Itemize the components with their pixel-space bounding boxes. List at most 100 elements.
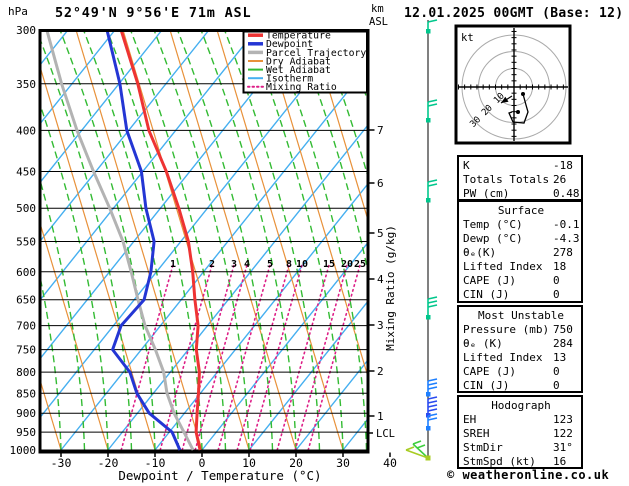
wind-barbs [405,19,438,461]
mixing-ratio-line [217,264,271,451]
km-tick-label: 5 [377,227,384,240]
pressure-tick-label: 800 [16,366,36,379]
copyright-text: © weatheronline.co.uk [447,468,610,482]
stat-row: PW (cm) 0.48 [463,187,580,201]
stat-row: Totals Totals 26 [463,173,579,187]
stat-row: Dewp (°C) -4.3 [463,232,580,246]
km-tick-label: 3 [377,319,384,332]
stats-box: K -18 Totals Totals 26 PW (cm) 0.48 [457,155,583,201]
pressure-tick-label: 950 [16,426,36,439]
isotherm-line [41,30,257,300]
stat-row: CIN (J) 0 [463,288,579,302]
pressure-tick-label: 300 [16,24,36,37]
hodograph-trace-dot [521,92,525,96]
stat-label: Lifted Index [463,260,543,273]
stat-value: 0 [553,274,560,287]
wind-barb [426,413,438,431]
stat-value: 16 [553,455,567,468]
temperature-axis-title: Dewpoint / Temperature (°C) [118,468,322,483]
stat-row: Temp (°C) -0.1 [463,218,580,232]
stat-value: 31° [553,441,573,454]
mixing-ratio-value-label: 25 [354,259,366,270]
lcl-label: LCL [376,428,395,440]
pressure-tick-label: 500 [16,202,36,215]
mixing-ratio-axis-label: Mixing Ratio (g/kg) [384,225,397,351]
barb-flag [427,304,438,308]
temp-tick-label: 40 [383,456,397,470]
legend-label-mixing-ratio: Mixing Ratio [266,82,337,93]
barb-flag [427,179,438,183]
stat-value: 750 [553,323,573,336]
wet-adiabat-line [0,30,14,450]
km-tick-label: 7 [377,124,384,137]
barb-flag [427,417,438,421]
stat-row: CAPE (J) 0 [463,274,579,288]
stat-value: -4.3 [553,232,580,245]
stat-label: Dewp (°C) [463,232,523,245]
wind-barb [426,99,438,123]
sounding-screenshot: 300 350 400 450 500 550 600 650 700 750 800 850 900 9… [0,0,629,486]
stat-label: StmSpd (kt) [463,455,536,468]
hodograph-panel: 102030 kt [454,24,572,145]
barb-flag [427,400,438,404]
mixing-ratio-value-label: 2 [209,259,215,270]
stat-label: Lifted Index [463,351,543,364]
wind-barb [426,19,438,34]
stat-value: 0.48 [553,187,580,200]
barb-flag [427,103,438,107]
legend: Temperature Dewpoint Parcel Trajectory D… [242,30,368,94]
stat-row: CIN (J) 0 [463,379,579,393]
temperature-curve [119,30,202,451]
stat-label: CAPE (J) [463,274,516,287]
pressure-tick-label: 900 [16,407,36,420]
barb-flag [427,382,438,386]
wind-barb [426,378,438,397]
stat-label: θₑ (K) [463,337,503,350]
km-tick-label: 1 [377,410,384,423]
station-title: 52°49'N 9°56'E 71m ASL [55,5,251,21]
km-tick-label: 6 [377,177,384,190]
barb-dot [426,426,431,431]
stat-row: Lifted Index 18 [463,260,579,274]
km-unit-label: km [371,3,384,15]
stat-value: -18 [553,159,573,172]
pressure-tick-label: 750 [16,344,36,357]
stat-label: Temp (°C) [463,218,523,231]
dry-adiabat-line [593,30,629,450]
stat-value: 0 [553,288,560,301]
barb-flag [405,446,415,451]
wind-barb [426,296,438,320]
stats-section-header: Surface [497,204,545,217]
mixing-ratio-value-label: 1 [170,259,176,270]
stat-row: Pressure (mb) 750 [463,323,579,337]
barb-flag [427,378,438,382]
pressure-tick-label: 450 [16,165,36,178]
pressure-tick-label: 600 [16,266,36,279]
mixing-ratio-value-label: 4 [244,259,250,270]
barb-dot [425,455,431,461]
asl-unit-label: ASL [369,16,388,28]
barb-flag [412,440,422,445]
pressure-tick-label: 400 [16,124,36,137]
stat-value: 0 [553,379,560,392]
wet-adiabat-line [82,30,180,451]
mixing-ratio-value-label: 15 [323,259,335,270]
km-tick-label: 4 [377,273,384,286]
stat-row: Lifted Index 13 [463,351,579,365]
stat-label: CIN (J) [463,288,510,301]
mixing-ratio-value-label: 20 [341,259,353,270]
mixing-ratio-value-label: 10 [296,259,308,270]
stat-label: EH [463,413,477,426]
barb-flag [427,296,438,300]
stats-box: Surface Temp (°C) -0.1 Dewp (°C) -4.3 θₑ(K) 27… [457,200,583,303]
stat-label: CIN (J) [463,379,510,392]
dewpoint-curve [105,30,182,451]
stat-value: 123 [553,413,573,426]
stat-label: SREH [463,427,490,440]
hodograph-trace-dot [516,110,520,114]
dry-adiabat-line [122,30,250,451]
stat-row: θₑ (K) 284 [463,337,579,351]
stat-value: -0.1 [553,218,580,231]
wind-barb [426,179,438,203]
pressure-tick-label: 650 [16,294,36,307]
